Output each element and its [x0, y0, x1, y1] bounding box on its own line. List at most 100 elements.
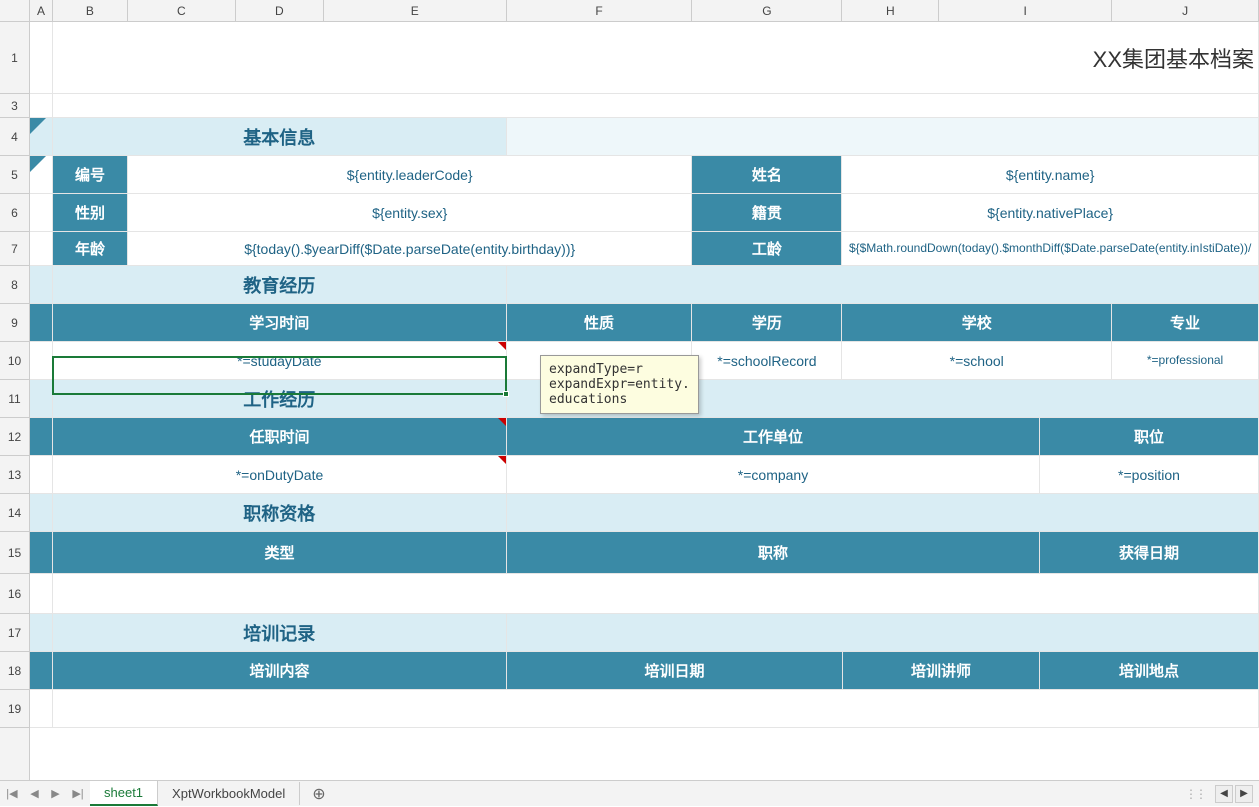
cell-rest-14[interactable] [507, 494, 1259, 532]
cell-A3[interactable] [30, 94, 53, 118]
row-header-19[interactable]: 19 [0, 690, 29, 728]
cell-A18[interactable] [30, 652, 53, 690]
work-hdr-dutytime[interactable]: 任职时间 [53, 418, 507, 456]
row-header-10[interactable]: 10 [0, 342, 29, 380]
cell-A1[interactable] [30, 22, 53, 94]
value-code[interactable]: ${entity.leaderCode} [128, 156, 693, 194]
row-header-17[interactable]: 17 [0, 614, 29, 652]
select-all-corner[interactable] [0, 0, 30, 21]
cell-rest-8[interactable] [507, 266, 1259, 304]
label-seniority[interactable]: 工龄 [692, 232, 842, 266]
work-hdr-company[interactable]: 工作单位 [507, 418, 1040, 456]
row-header-6[interactable]: 6 [0, 194, 29, 232]
cell-row3[interactable] [53, 94, 1259, 118]
tab-nav-last-icon[interactable]: ▶| [72, 787, 83, 800]
title-hdr-date[interactable]: 获得日期 [1040, 532, 1259, 574]
cell-A19[interactable] [30, 690, 53, 728]
label-name[interactable]: 姓名 [692, 156, 842, 194]
row-header-3[interactable]: 3 [0, 94, 29, 118]
col-header-G[interactable]: G [692, 0, 842, 21]
work-val-position[interactable]: *=position [1040, 456, 1259, 494]
cell-A14[interactable] [30, 494, 53, 532]
cell-title[interactable]: XX集团基本档案 [53, 22, 1259, 94]
col-header-E[interactable]: E [324, 0, 507, 21]
label-age[interactable]: 年龄 [53, 232, 128, 266]
cell-A5[interactable] [30, 156, 53, 194]
edu-val-school[interactable]: *=school [842, 342, 1112, 380]
cell-A7[interactable] [30, 232, 53, 266]
row-header-13[interactable]: 13 [0, 456, 29, 494]
row-header-5[interactable]: 5 [0, 156, 29, 194]
col-header-A[interactable]: A [30, 0, 53, 21]
sheet-tab-sheet1[interactable]: sheet1 [90, 781, 158, 806]
col-header-D[interactable]: D [236, 0, 324, 21]
cell-A12[interactable] [30, 418, 53, 456]
col-header-H[interactable]: H [842, 0, 939, 21]
cell-A15[interactable] [30, 532, 53, 574]
row-header-9[interactable]: 9 [0, 304, 29, 342]
cell-A4[interactable] [30, 118, 53, 156]
label-sex[interactable]: 性别 [53, 194, 128, 232]
edu-hdr-nature[interactable]: 性质 [507, 304, 693, 342]
work-hdr-position[interactable]: 职位 [1040, 418, 1259, 456]
work-val-dutytime[interactable]: *=onDutyDate [53, 456, 507, 494]
tab-nav-first-icon[interactable]: |◀ [6, 787, 17, 800]
value-name[interactable]: ${entity.name} [842, 156, 1259, 194]
training-hdr-date[interactable]: 培训日期 [507, 652, 843, 690]
work-val-company[interactable]: *=company [507, 456, 1040, 494]
section-edu-header[interactable]: 教育经历 [53, 266, 507, 304]
label-code[interactable]: 编号 [53, 156, 128, 194]
training-hdr-content[interactable]: 培训内容 [53, 652, 507, 690]
training-hdr-place[interactable]: 培训地点 [1040, 652, 1259, 690]
col-header-I[interactable]: I [939, 0, 1112, 21]
value-age[interactable]: ${today().$yearDiff($Date.parseDate(enti… [128, 232, 693, 266]
title-hdr-type[interactable]: 类型 [53, 532, 507, 574]
row-header-11[interactable]: 11 [0, 380, 29, 418]
hscroll-right-icon[interactable]: ▶ [1235, 785, 1253, 803]
hscroll-left-icon[interactable]: ◀ [1215, 785, 1233, 803]
edu-val-studytime[interactable]: *=studayDate [53, 342, 507, 380]
col-header-B[interactable]: B [53, 0, 128, 21]
row-header-4[interactable]: 4 [0, 118, 29, 156]
section-work-header[interactable]: 工作经历 [53, 380, 507, 418]
edu-val-professional[interactable]: *=professional [1112, 342, 1259, 380]
edu-hdr-school[interactable]: 学校 [842, 304, 1112, 342]
row-header-15[interactable]: 15 [0, 532, 29, 574]
add-sheet-button[interactable]: ⊕ [300, 784, 337, 804]
section-training-header[interactable]: 培训记录 [53, 614, 507, 652]
cell-A13[interactable] [30, 456, 53, 494]
edu-val-schoolrecord[interactable]: *=schoolRecord [692, 342, 842, 380]
row-header-18[interactable]: 18 [0, 652, 29, 690]
sheet-tab-model[interactable]: XptWorkbookModel [158, 782, 300, 805]
value-seniority[interactable]: ${$Math.roundDown(today().$monthDiff($Da… [842, 232, 1259, 266]
tab-nav-next-icon[interactable]: ▶ [51, 787, 59, 800]
row-header-8[interactable]: 8 [0, 266, 29, 304]
value-sex[interactable]: ${entity.sex} [128, 194, 693, 232]
col-header-F[interactable]: F [507, 0, 693, 21]
tab-nav-prev-icon[interactable]: ◀ [30, 787, 38, 800]
tab-split-handle[interactable]: ⋮⋮ [1185, 787, 1205, 801]
row-header-7[interactable]: 7 [0, 232, 29, 266]
section-titlequal-header[interactable]: 职称资格 [53, 494, 507, 532]
cell-A9[interactable] [30, 304, 53, 342]
row-header-14[interactable]: 14 [0, 494, 29, 532]
col-header-C[interactable]: C [128, 0, 236, 21]
label-native[interactable]: 籍贯 [692, 194, 842, 232]
cells-area[interactable]: XX集团基本档案 基本信息 编号 ${entity.leaderCode} 姓名… [30, 22, 1259, 780]
edu-hdr-major[interactable]: 专业 [1112, 304, 1259, 342]
cell-A8[interactable] [30, 266, 53, 304]
value-native[interactable]: ${entity.nativePlace} [842, 194, 1259, 232]
cell-A16[interactable] [30, 574, 53, 614]
cell-row19[interactable] [53, 690, 1259, 728]
edu-hdr-degree[interactable]: 学历 [692, 304, 842, 342]
cell-A10[interactable] [30, 342, 53, 380]
cell-row16[interactable] [53, 574, 1259, 614]
row-header-12[interactable]: 12 [0, 418, 29, 456]
training-hdr-teacher[interactable]: 培训讲师 [843, 652, 1040, 690]
cell-A17[interactable] [30, 614, 53, 652]
cell-A11[interactable] [30, 380, 53, 418]
row-header-1[interactable]: 1 [0, 22, 29, 94]
row-header-16[interactable]: 16 [0, 574, 29, 614]
col-header-J[interactable]: J [1112, 0, 1259, 21]
title-hdr-name[interactable]: 职称 [507, 532, 1040, 574]
